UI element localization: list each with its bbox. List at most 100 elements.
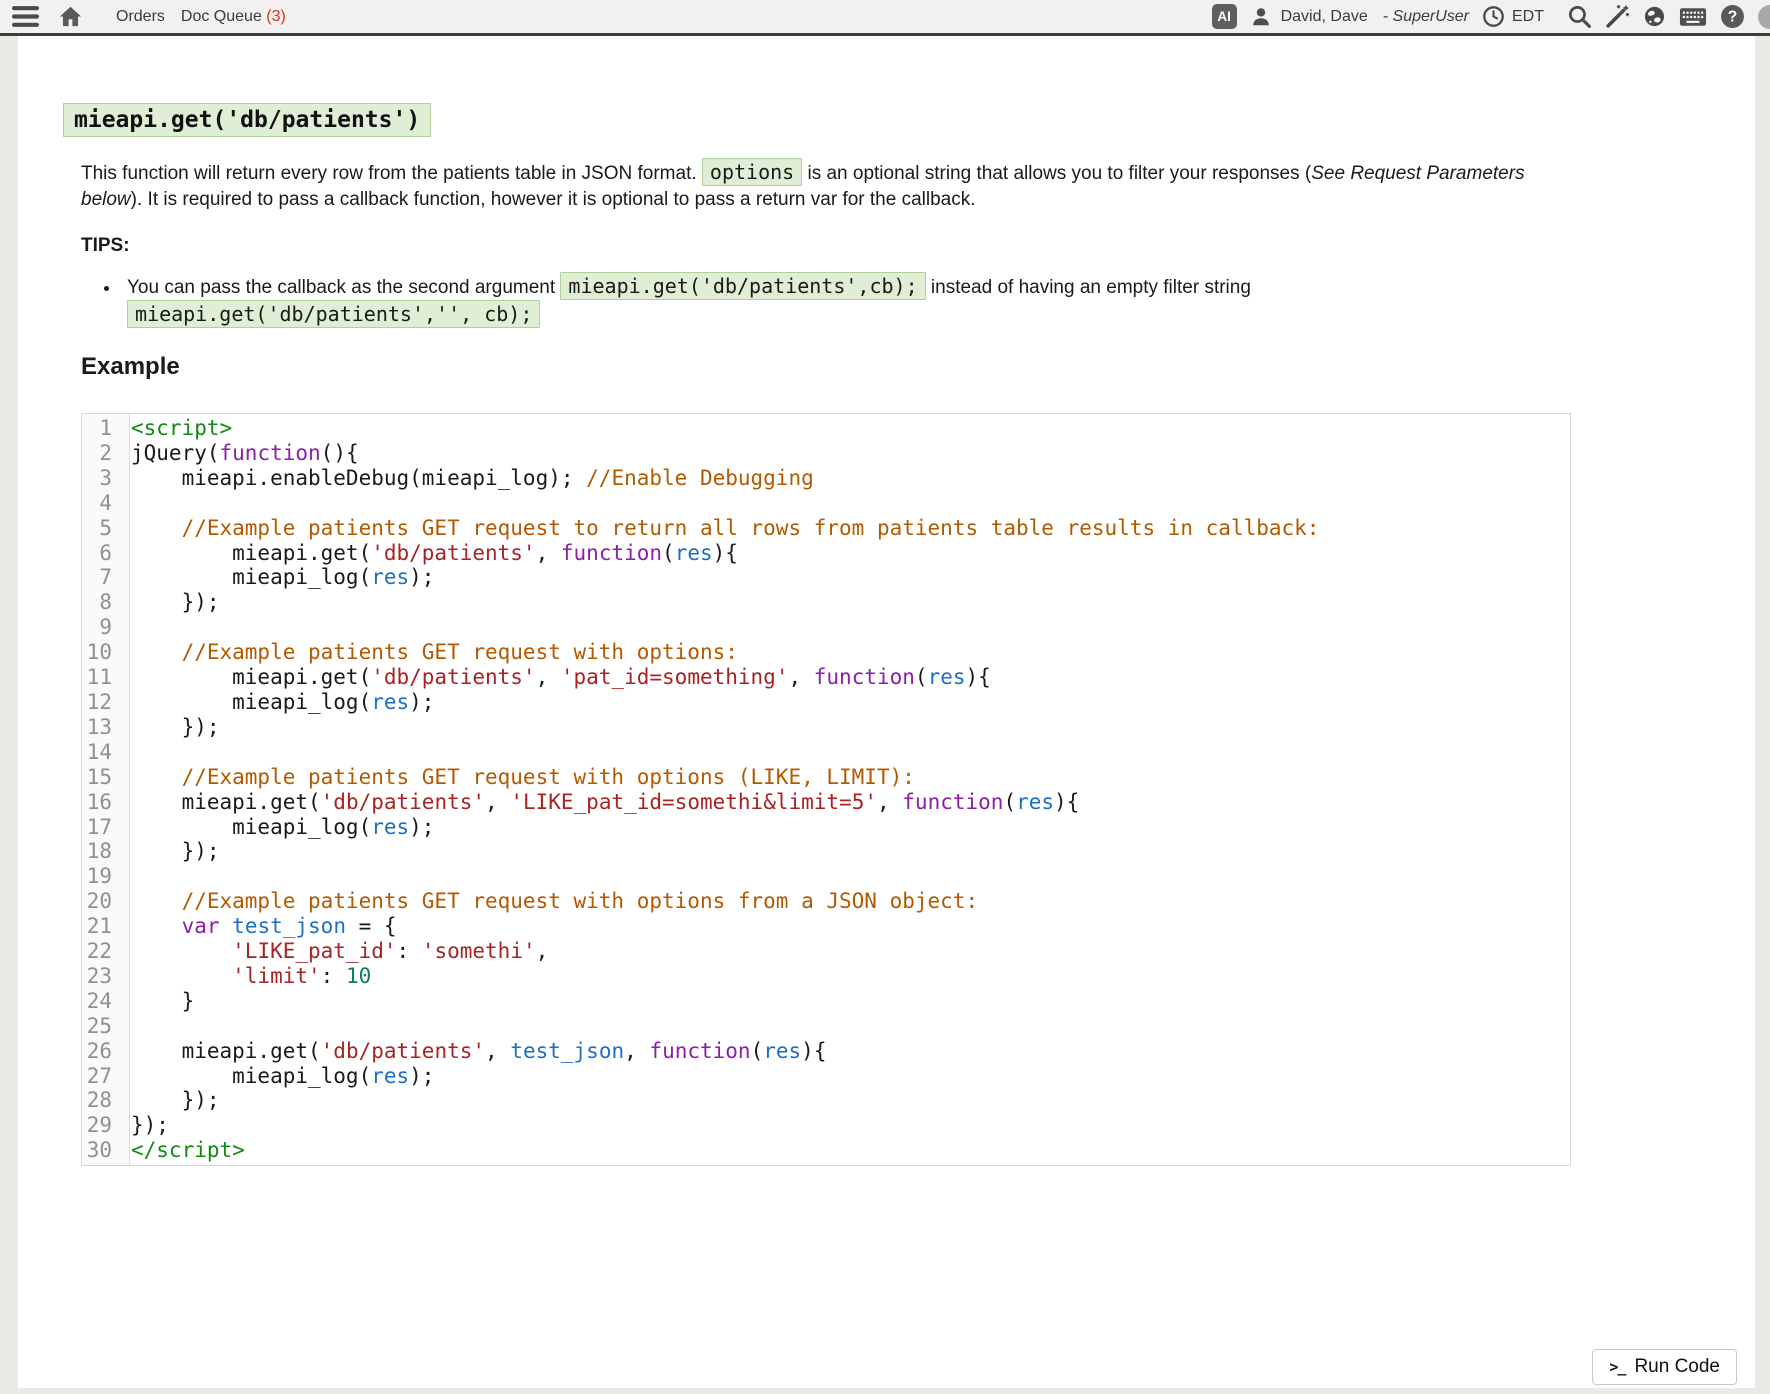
code-line: 10 //Example patients GET request with o… xyxy=(82,640,1570,665)
line-number: 7 xyxy=(82,565,121,590)
line-number: 29 xyxy=(82,1113,121,1138)
code-text xyxy=(121,615,144,640)
line-number: 14 xyxy=(82,740,121,765)
code-text: //Example patients GET request to return… xyxy=(121,516,1319,541)
line-number: 2 xyxy=(82,441,121,466)
code-text: var test_json = { xyxy=(121,914,397,939)
doc-content: This function will return every row from… xyxy=(81,159,1571,1166)
line-number: 4 xyxy=(82,491,121,516)
search-icon[interactable] xyxy=(1567,4,1592,29)
code-text xyxy=(121,491,144,516)
globe-icon[interactable] xyxy=(1643,5,1666,28)
code-line: 13 }); xyxy=(82,715,1570,740)
code-line: 29}); xyxy=(82,1113,1570,1138)
code-text: 'limit': 10 xyxy=(121,964,371,989)
code-line: 15 //Example patients GET request with o… xyxy=(82,765,1570,790)
line-number: 25 xyxy=(82,1014,121,1039)
code-text: mieapi.get('db/patients', 'LIKE_pat_id=s… xyxy=(121,790,1079,815)
text-segment: ). It is required to pass a callback fun… xyxy=(131,189,976,210)
text-segment: You can pass the callback as the second … xyxy=(127,277,560,298)
run-button-row: >_ Run Code xyxy=(63,1349,1737,1385)
line-number: 28 xyxy=(82,1088,121,1113)
code-line: 22 'LIKE_pat_id': 'somethi', xyxy=(82,939,1570,964)
code-line: 14 xyxy=(82,740,1570,765)
inline-code-chip: options xyxy=(702,158,802,186)
line-number: 19 xyxy=(82,864,121,889)
run-code-button[interactable]: >_ Run Code xyxy=(1592,1349,1737,1385)
code-line: 19 xyxy=(82,864,1570,889)
inline-code-chip: mieapi.get('db/patients',cb); xyxy=(560,272,925,300)
code-text: }); xyxy=(121,1113,169,1138)
line-number: 20 xyxy=(82,889,121,914)
help-icon[interactable]: ? xyxy=(1720,4,1745,29)
text-segment: This function will return every row from… xyxy=(81,163,702,184)
line-number: 30 xyxy=(82,1138,121,1163)
line-number: 16 xyxy=(82,790,121,815)
line-number: 21 xyxy=(82,914,121,939)
code-text: mieapi_log(res); xyxy=(121,1064,434,1089)
code-text: </script> xyxy=(121,1138,245,1163)
terminal-prompt-icon: >_ xyxy=(1609,1358,1625,1376)
run-code-label: Run Code xyxy=(1634,1356,1720,1378)
line-number: 5 xyxy=(82,516,121,541)
clipped-edge-icon[interactable] xyxy=(1758,5,1770,29)
code-text: mieapi.enableDebug(mieapi_log); //Enable… xyxy=(121,466,814,491)
keyboard-icon[interactable] xyxy=(1679,7,1707,27)
code-text: jQuery(function(){ xyxy=(121,441,359,466)
code-line: 1<script> xyxy=(82,416,1570,441)
line-number: 17 xyxy=(82,815,121,840)
code-line: 30</script> xyxy=(82,1138,1570,1163)
magic-wand-icon[interactable] xyxy=(1605,4,1630,29)
page-title: mieapi.get('db/patients') xyxy=(63,103,431,137)
code-line: 20 //Example patients GET request with o… xyxy=(82,889,1570,914)
code-text: }); xyxy=(121,1088,220,1113)
code-text: mieapi_log(res); xyxy=(121,565,434,590)
user-name[interactable]: David, Dave xyxy=(1281,8,1368,26)
code-line: 12 mieapi_log(res); xyxy=(82,690,1570,715)
code-text: <script> xyxy=(121,416,232,441)
doc-queue-count-badge: (3) xyxy=(266,8,286,25)
code-line: 23 'limit': 10 xyxy=(82,964,1570,989)
code-text: mieapi.get('db/patients', 'pat_id=someth… xyxy=(121,665,991,690)
user-role: - SuperUser xyxy=(1383,8,1469,26)
line-number: 9 xyxy=(82,615,121,640)
line-number: 6 xyxy=(82,541,121,566)
hamburger-menu-icon[interactable] xyxy=(12,5,39,28)
code-line: 24 } xyxy=(82,989,1570,1014)
line-number: 12 xyxy=(82,690,121,715)
code-line: 11 mieapi.get('db/patients', 'pat_id=som… xyxy=(82,665,1570,690)
code-text: mieapi.get('db/patients', function(res){ xyxy=(121,541,738,566)
home-icon[interactable] xyxy=(58,4,83,29)
ai-badge[interactable]: AI xyxy=(1212,4,1237,29)
code-line: 7 mieapi_log(res); xyxy=(82,565,1570,590)
line-number: 11 xyxy=(82,665,121,690)
code-text: } xyxy=(121,989,194,1014)
user-icon[interactable] xyxy=(1250,6,1272,28)
code-text: mieapi.get('db/patients', test_json, fun… xyxy=(121,1039,826,1064)
code-line: 27 mieapi_log(res); xyxy=(82,1064,1570,1089)
code-line: 3 mieapi.enableDebug(mieapi_log); //Enab… xyxy=(82,466,1570,491)
code-text: }); xyxy=(121,715,220,740)
code-line: 9 xyxy=(82,615,1570,640)
code-line: 5 //Example patients GET request to retu… xyxy=(82,516,1570,541)
code-line: 21 var test_json = { xyxy=(82,914,1570,939)
code-line: 28 }); xyxy=(82,1088,1570,1113)
line-number: 10 xyxy=(82,640,121,665)
top-bar: Orders Doc Queue (3) AI David, Dave - Su… xyxy=(0,0,1770,36)
timezone-label: EDT xyxy=(1512,8,1544,26)
code-text: //Example patients GET request with opti… xyxy=(121,640,738,665)
code-line: 6 mieapi.get('db/patients', function(res… xyxy=(82,541,1570,566)
code-text: 'LIKE_pat_id': 'somethi', xyxy=(121,939,548,964)
code-line: 8 }); xyxy=(82,590,1570,615)
nav-doc-queue[interactable]: Doc Queue (3) xyxy=(181,8,286,26)
nav-orders[interactable]: Orders xyxy=(116,8,165,26)
code-line: 16 mieapi.get('db/patients', 'LIKE_pat_i… xyxy=(82,790,1570,815)
line-number: 13 xyxy=(82,715,121,740)
line-number: 22 xyxy=(82,939,121,964)
line-number: 18 xyxy=(82,839,121,864)
code-text: //Example patients GET request with opti… xyxy=(121,765,915,790)
clock-icon[interactable] xyxy=(1482,5,1505,28)
code-text xyxy=(121,864,144,889)
intro-paragraph: This function will return every row from… xyxy=(81,159,1571,213)
inline-code-chip: mieapi.get('db/patients','', cb); xyxy=(127,300,540,328)
